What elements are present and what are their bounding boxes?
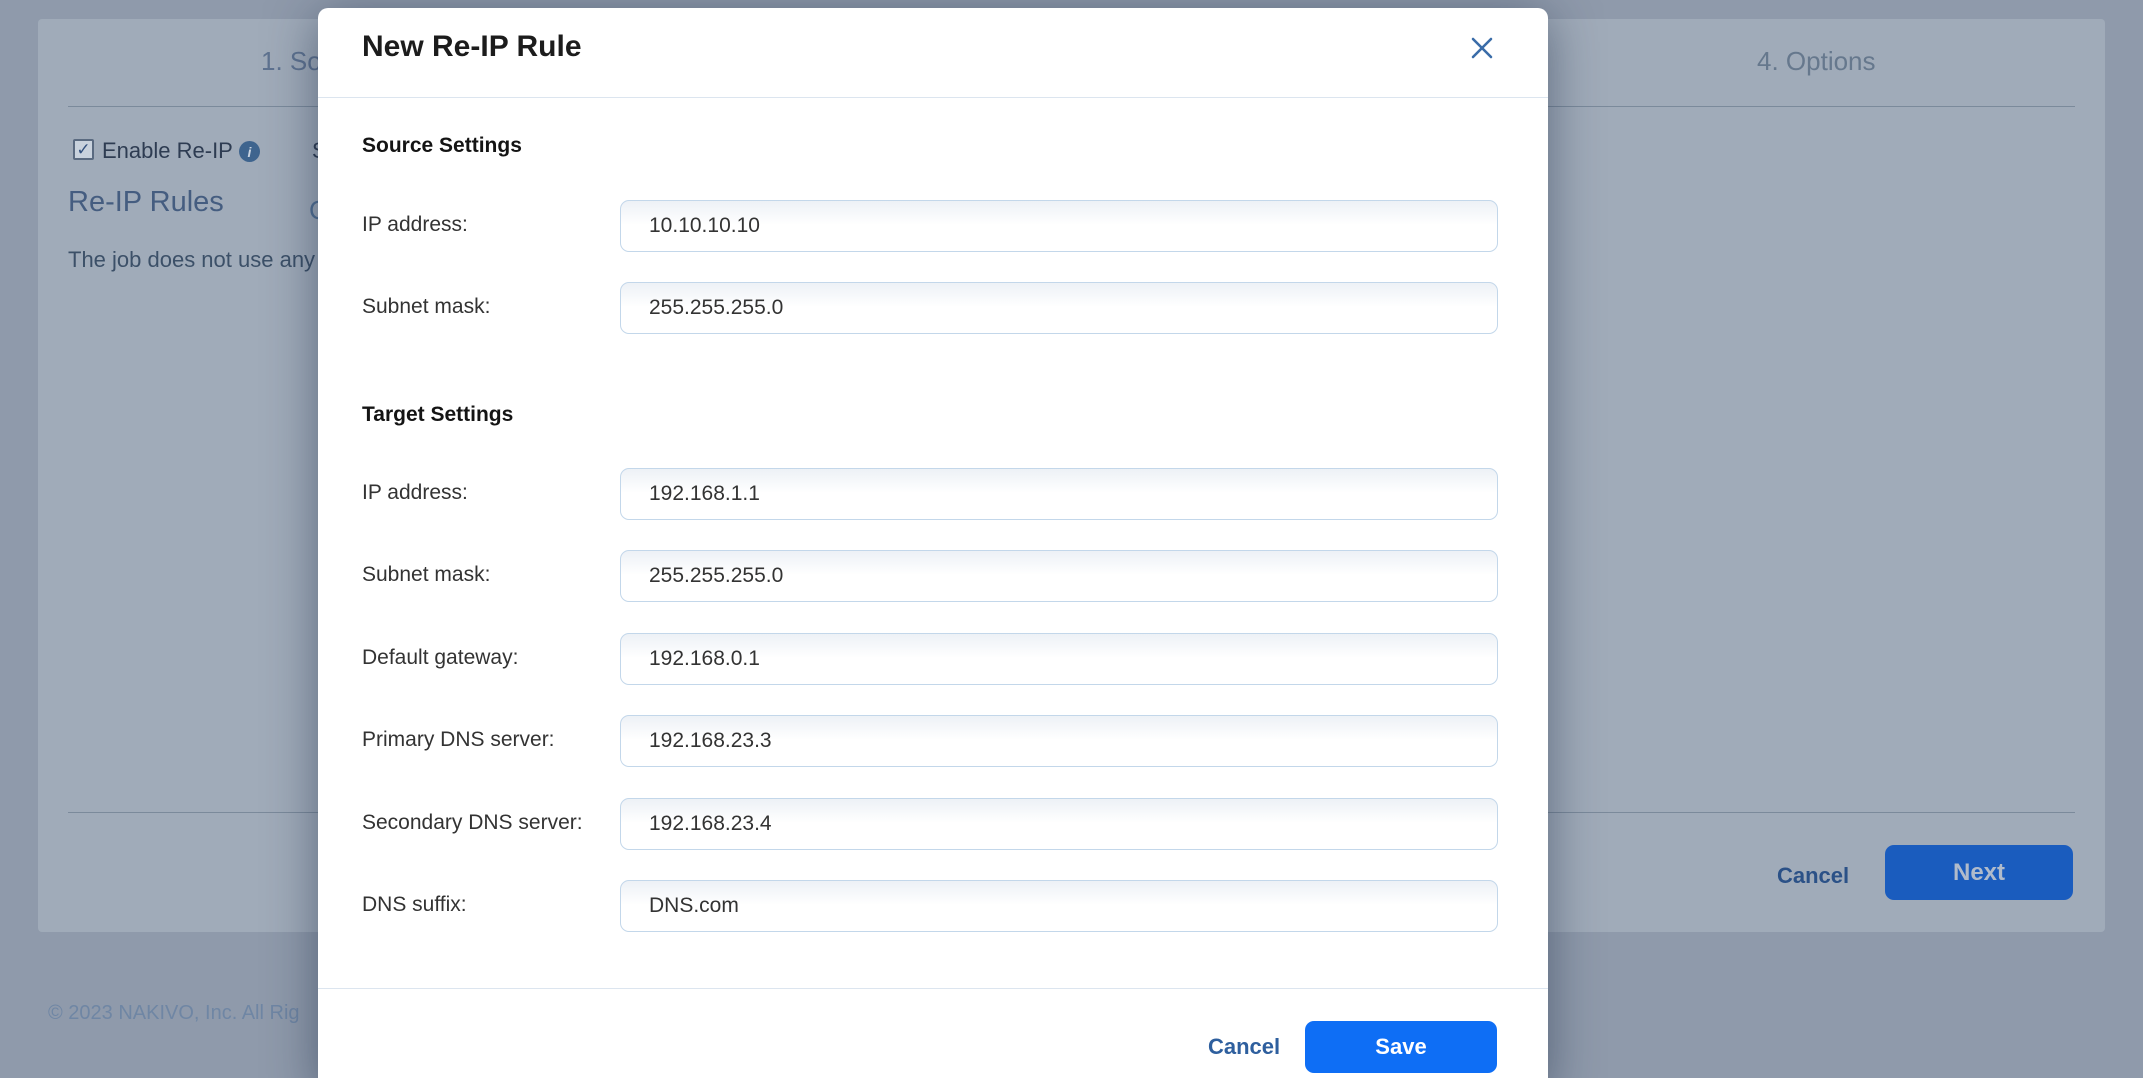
dialog-title: New Re-IP Rule (362, 30, 582, 64)
target-ip-input[interactable] (620, 468, 1498, 520)
secondary-dns-input[interactable] (620, 798, 1498, 850)
close-icon (1470, 36, 1494, 60)
dialog-header: New Re-IP Rule (318, 8, 1548, 98)
source-subnet-label: Subnet mask: (362, 295, 490, 319)
target-ip-label: IP address: (362, 481, 468, 505)
primary-dns-input[interactable] (620, 715, 1498, 767)
wizard-step-1[interactable]: 1. So (261, 46, 322, 77)
enable-reip-label: Enable Re-IP (102, 138, 233, 164)
wizard-next-button[interactable]: Next (1885, 845, 2073, 900)
target-subnet-label: Subnet mask: (362, 563, 490, 587)
dialog-footer: Cancel Save (318, 988, 1548, 1078)
empty-rules-text: The job does not use any (68, 247, 315, 273)
dns-suffix-label: DNS suffix: (362, 893, 467, 917)
enable-reip-checkbox[interactable]: ✓ (73, 139, 94, 160)
new-reip-rule-dialog: New Re-IP Rule Source Settings IP addres… (318, 8, 1548, 1078)
copyright-text: © 2023 NAKIVO, Inc. All Rig (48, 1002, 300, 1025)
target-settings-heading: Target Settings (362, 403, 513, 427)
source-settings-heading: Source Settings (362, 134, 522, 158)
secondary-dns-label: Secondary DNS server: (362, 811, 583, 835)
close-button[interactable] (1468, 34, 1496, 62)
save-button[interactable]: Save (1305, 1021, 1497, 1073)
source-ip-input[interactable] (620, 200, 1498, 252)
dns-suffix-input[interactable] (620, 880, 1498, 932)
info-icon[interactable]: i (239, 141, 260, 162)
target-subnet-input[interactable] (620, 550, 1498, 602)
info-icon-glyph: i (248, 145, 252, 159)
wizard-cancel-button[interactable]: Cancel (1777, 863, 1849, 889)
wizard-step-4[interactable]: 4. Options (1757, 46, 1876, 77)
primary-dns-label: Primary DNS server: (362, 728, 555, 752)
default-gateway-label: Default gateway: (362, 646, 518, 670)
default-gateway-input[interactable] (620, 633, 1498, 685)
source-ip-label: IP address: (362, 213, 468, 237)
source-subnet-input[interactable] (620, 282, 1498, 334)
nakivo-reip-wizard-screen: 1. So 4. Options ✓ Enable Re-IP i S Re-I… (0, 0, 2143, 1078)
checkmark-icon: ✓ (76, 141, 90, 158)
page-title: Re-IP Rules (68, 186, 224, 219)
dialog-cancel-button[interactable]: Cancel (1208, 1034, 1280, 1060)
